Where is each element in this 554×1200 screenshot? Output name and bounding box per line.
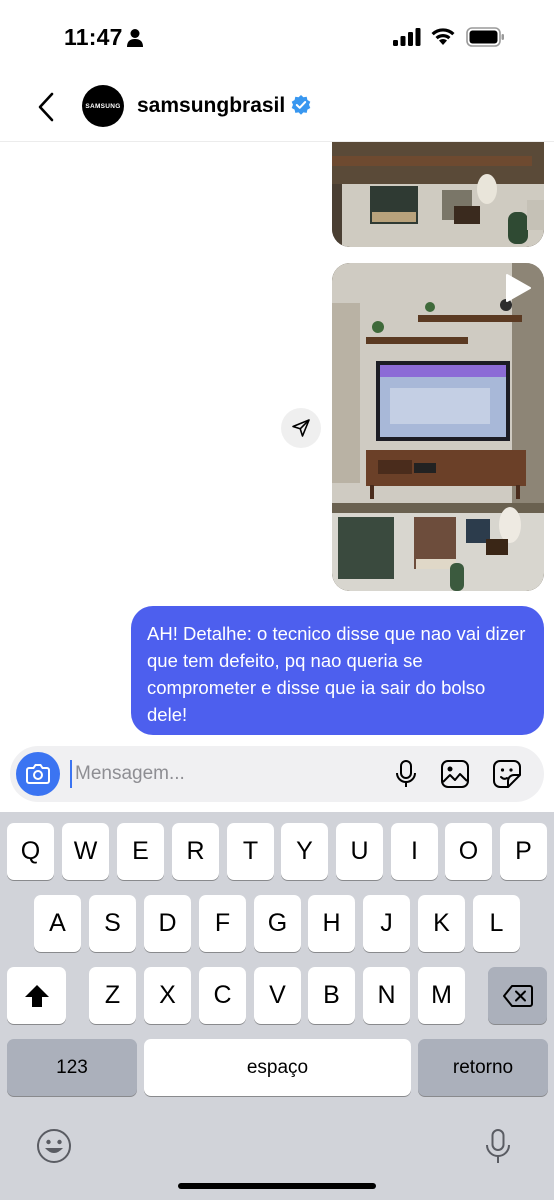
key-j[interactable]: J <box>363 895 410 952</box>
key-f[interactable]: F <box>199 895 246 952</box>
key-r[interactable]: R <box>172 823 219 880</box>
key-q[interactable]: Q <box>7 823 54 880</box>
share-button[interactable] <box>281 408 321 448</box>
camera-button[interactable] <box>16 752 60 796</box>
verified-badge-icon <box>291 95 311 115</box>
shared-video[interactable] <box>332 263 544 591</box>
return-key[interactable]: retorno <box>418 1039 548 1096</box>
key-p[interactable]: P <box>500 823 547 880</box>
shared-photo[interactable] <box>332 142 544 247</box>
dictation-microphone-icon[interactable] <box>484 1128 512 1166</box>
key-k[interactable]: K <box>418 895 465 952</box>
play-icon <box>506 274 531 302</box>
keyboard: Q W E R T Y U I O P A S D F G H J K L Z … <box>0 812 554 1200</box>
key-z[interactable]: Z <box>89 967 136 1024</box>
message-composer <box>10 746 544 802</box>
key-g[interactable]: G <box>254 895 301 952</box>
key-a[interactable]: A <box>34 895 81 952</box>
key-d[interactable]: D <box>144 895 191 952</box>
key-w[interactable]: W <box>62 823 109 880</box>
back-arrow-icon[interactable] <box>32 90 62 124</box>
key-x[interactable]: X <box>144 967 191 1024</box>
key-c[interactable]: C <box>199 967 246 1024</box>
key-i[interactable]: I <box>391 823 438 880</box>
key-o[interactable]: O <box>445 823 492 880</box>
send-icon <box>292 419 310 437</box>
gallery-icon[interactable] <box>440 759 470 789</box>
key-n[interactable]: N <box>363 967 410 1024</box>
camera-icon <box>26 764 50 784</box>
shift-key[interactable] <box>7 967 66 1024</box>
key-u[interactable]: U <box>336 823 383 880</box>
key-y[interactable]: Y <box>281 823 328 880</box>
key-l[interactable]: L <box>473 895 520 952</box>
key-s[interactable]: S <box>89 895 136 952</box>
chat-header: SAMSUNG samsungbrasil <box>0 76 554 142</box>
status-time: 11:47 <box>64 24 123 50</box>
person-icon <box>127 29 143 47</box>
sticker-icon[interactable] <box>492 759 522 789</box>
backspace-icon <box>502 984 533 1007</box>
key-t[interactable]: T <box>227 823 274 880</box>
battery-icon <box>466 27 504 47</box>
emoji-icon[interactable] <box>36 1128 72 1164</box>
video-thumbnail <box>332 263 544 591</box>
key-b[interactable]: B <box>308 967 355 1024</box>
home-indicator <box>178 1183 376 1189</box>
backspace-key[interactable] <box>488 967 547 1024</box>
key-v[interactable]: V <box>254 967 301 1024</box>
space-key[interactable]: espaço <box>144 1039 411 1096</box>
key-m[interactable]: M <box>418 967 465 1024</box>
photo-image <box>332 142 544 247</box>
message-input[interactable] <box>70 760 320 788</box>
key-h[interactable]: H <box>308 895 355 952</box>
status-bar: 11:47 <box>0 0 554 76</box>
avatar[interactable]: SAMSUNG <box>82 85 124 127</box>
contact-name[interactable]: samsungbrasil <box>137 94 285 118</box>
outgoing-message[interactable]: AH! Detalhe: o tecnico disse que nao vai… <box>131 606 544 735</box>
numbers-key[interactable]: 123 <box>7 1039 137 1096</box>
key-e[interactable]: E <box>117 823 164 880</box>
shift-icon <box>24 984 49 1007</box>
signal-icon <box>393 28 421 46</box>
wifi-icon <box>431 28 455 45</box>
microphone-icon[interactable] <box>394 759 418 789</box>
